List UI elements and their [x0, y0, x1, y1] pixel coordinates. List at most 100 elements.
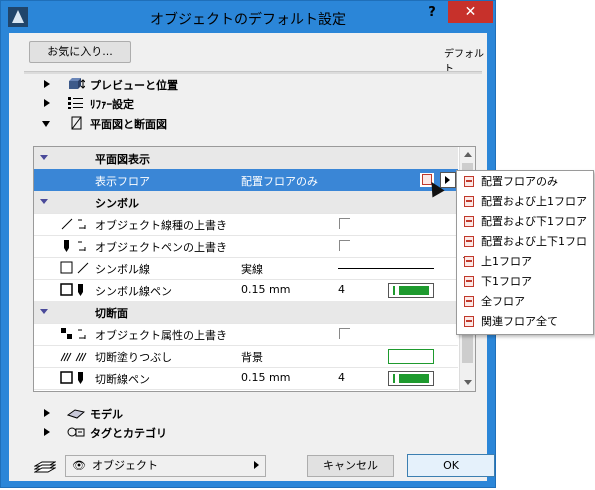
- attribute-override-icon: [61, 328, 86, 339]
- ok-button[interactable]: OK: [407, 454, 495, 477]
- pen-square-icon: [60, 371, 83, 384]
- row-override-attributes[interactable]: オブジェクト属性の上書き: [34, 323, 458, 346]
- row-label: 切断塗りつぶし: [95, 351, 173, 364]
- menu-item-floor[interactable]: 全フロア: [459, 292, 592, 312]
- row-value: 背景: [241, 351, 263, 364]
- row-label: オブジェクトペンの上書き: [95, 241, 227, 254]
- scroll-up-icon[interactable]: [464, 152, 472, 157]
- help-button[interactable]: ?: [419, 5, 445, 25]
- section-parameters[interactable]: ﾘﾌｧｰ設定: [24, 95, 482, 113]
- close-button[interactable]: ✕: [448, 1, 493, 23]
- row-label: 切断線ペン: [95, 373, 150, 386]
- menu-item-floor[interactable]: 配置および下1フロア: [459, 212, 592, 232]
- row-value: 0.15 mm: [241, 283, 291, 296]
- row-label: 表示フロア: [95, 175, 150, 188]
- line-type-icon: [61, 218, 86, 230]
- menu-item-floor[interactable]: 配置および上1フロア: [459, 192, 592, 212]
- pen-color-swatch[interactable]: [388, 283, 434, 298]
- floor-stack-icon: [462, 235, 476, 249]
- floor-stack-icon: [462, 195, 476, 209]
- floor-stack-icon: [462, 215, 476, 229]
- parameter-list-icon: [68, 97, 83, 109]
- override-line-checkbox[interactable]: [339, 218, 350, 229]
- group-label: シンボル: [95, 197, 139, 210]
- floor-stack-icon: [462, 295, 476, 309]
- preview-cube-icon: [69, 78, 85, 89]
- row-value: 配置フロアのみ: [241, 175, 318, 188]
- row-cut-fill[interactable]: 切断塗りつぶし 背景: [34, 345, 458, 368]
- collapse-arrow-icon[interactable]: [42, 121, 50, 127]
- floor-stack-icon: [462, 255, 476, 269]
- floor-plan-icon: [71, 116, 82, 130]
- floor-stack-icon: [462, 175, 476, 189]
- title-bar[interactable]: オブジェクトのデフォルト設定 ? ✕: [1, 1, 495, 33]
- pen-square-icon: [60, 283, 83, 296]
- dropdown-arrow-button[interactable]: [440, 172, 456, 188]
- section-plan-section-label: 平面図と断面図: [90, 118, 167, 131]
- row-override-pen[interactable]: オブジェクトペンの上書き: [34, 235, 458, 258]
- chevron-right-icon: [254, 461, 259, 469]
- row-override-line-type[interactable]: オブジェクト線種の上書き: [34, 213, 458, 236]
- line-square-icon: [60, 261, 89, 274]
- expand-arrow-icon[interactable]: [44, 99, 50, 107]
- favorites-button[interactable]: お気に入り...: [29, 41, 131, 63]
- menu-item-floor[interactable]: 上1フロア: [459, 252, 592, 272]
- section-tags-label: タグとカテゴリ: [90, 427, 167, 440]
- dialog-footer: 👁 オブジェクト キャンセル OK: [24, 453, 495, 479]
- group-label: 切断面: [95, 307, 128, 320]
- row-value: 実線: [241, 263, 263, 276]
- dialog-window: オブジェクトのデフォルト設定 ? ✕ お気に入り... デフォルト プレビューと…: [0, 0, 496, 488]
- section-preview[interactable]: プレビューと位置: [24, 76, 482, 94]
- floor-stack-icon: [462, 315, 476, 329]
- pen-color-swatch[interactable]: [388, 371, 434, 386]
- section-tags[interactable]: タグとカテゴリ: [24, 424, 482, 442]
- row-value: 0.15 mm: [241, 371, 291, 384]
- collapse-arrow-icon[interactable]: [40, 309, 48, 314]
- pen-number: 4: [338, 371, 345, 384]
- override-pen-checkbox[interactable]: [339, 240, 350, 251]
- hatch-fill-icon: [60, 352, 87, 362]
- settings-table: 平面図表示 表示フロア 配置フロアのみ シンボル オブジェクト線種の上書き オブ…: [33, 146, 476, 392]
- cancel-button[interactable]: キャンセル: [307, 455, 394, 477]
- layer-select-button[interactable]: 👁 オブジェクト: [65, 455, 266, 477]
- model-surface-icon: [67, 409, 85, 419]
- menu-item-floor[interactable]: 配置フロアのみ: [459, 172, 592, 192]
- menu-item-floor[interactable]: 配置および上下1フロア: [459, 232, 592, 268]
- fill-color-swatch[interactable]: [388, 349, 434, 364]
- tag-category-icon: [67, 427, 85, 437]
- group-plan-display[interactable]: 平面図表示: [34, 147, 458, 170]
- row-label: オブジェクト属性の上書き: [95, 329, 227, 342]
- expand-arrow-icon[interactable]: [44, 409, 50, 417]
- row-cut-pen[interactable]: 切断線ペン 0.15 mm 4: [34, 367, 458, 390]
- row-show-on-floors[interactable]: 表示フロア 配置フロアのみ: [34, 169, 458, 192]
- line-preview[interactable]: [338, 268, 434, 269]
- scroll-down-icon[interactable]: [464, 380, 472, 385]
- row-label: シンボル線: [95, 263, 150, 276]
- row-symbol-line[interactable]: シンボル線 実線: [34, 257, 458, 280]
- section-model-label: モデル: [90, 408, 123, 421]
- section-plan-section[interactable]: 平面図と断面図: [24, 115, 482, 133]
- group-cut-surfaces[interactable]: 切断面: [34, 301, 458, 324]
- layer-stack-icon: [34, 461, 56, 473]
- floor-dropdown-menu: 配置フロアのみ 配置および上1フロア 配置および下1フロア 配置および上下1フロ…: [456, 170, 594, 335]
- pen-number: 4: [338, 283, 345, 296]
- override-attributes-checkbox[interactable]: [339, 328, 350, 339]
- row-label: オブジェクト線種の上書き: [95, 219, 227, 232]
- row-label: シンボル線ペン: [95, 285, 172, 298]
- group-symbol[interactable]: シンボル: [34, 191, 458, 214]
- group-label: 平面図表示: [95, 153, 150, 166]
- pen-override-icon: [64, 240, 86, 252]
- collapse-arrow-icon[interactable]: [40, 199, 48, 204]
- row-symbol-pen[interactable]: シンボル線ペン 0.15 mm 4: [34, 279, 458, 302]
- collapse-arrow-icon[interactable]: [40, 155, 48, 160]
- expand-arrow-icon[interactable]: [44, 428, 50, 436]
- expand-arrow-icon[interactable]: [44, 80, 50, 88]
- menu-item-floor[interactable]: 関連フロア全て: [459, 312, 592, 332]
- floor-stack-icon: [462, 275, 476, 289]
- eye-icon: 👁: [72, 459, 86, 472]
- section-model[interactable]: モデル: [24, 405, 482, 423]
- section-parameters-label: ﾘﾌｧｰ設定: [90, 98, 134, 111]
- section-preview-label: プレビューと位置: [90, 79, 178, 92]
- menu-item-floor[interactable]: 下1フロア: [459, 272, 592, 292]
- layer-name: オブジェクト: [92, 459, 158, 472]
